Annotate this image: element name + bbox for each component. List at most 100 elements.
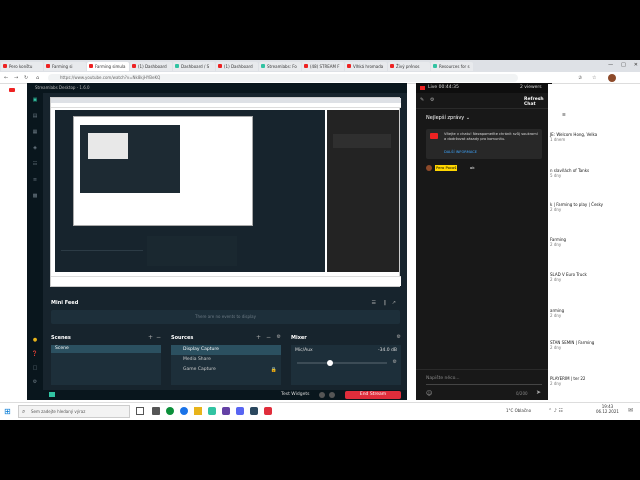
close-icon[interactable]: ✕ [634, 62, 638, 68]
youtube-icon [390, 64, 394, 68]
studio-icon[interactable]: ◈ [31, 145, 39, 151]
chrome-icon[interactable] [166, 407, 174, 415]
preview-nested-sources [147, 236, 237, 266]
mixer-mute-icon[interactable]: ⚙ [393, 359, 397, 365]
browser-tab[interactable]: (1) Dashboard [130, 61, 172, 71]
mixer-settings-icon[interactable]: ⚙ [397, 334, 401, 340]
recommendation-item[interactable]: Farming 2 dny [550, 237, 620, 247]
recommendation-item[interactable]: k | Farming to play | Česky 2 dny [550, 202, 620, 212]
edge-icon[interactable] [180, 407, 188, 415]
profile-avatar[interactable] [608, 74, 616, 82]
help-icon[interactable]: ❓ [31, 351, 39, 357]
browser-tab-active[interactable]: Farming simula [87, 61, 129, 71]
recommendation-item[interactable]: PLAYERIM | ter 22 2 dny [550, 376, 620, 386]
volume-slider-handle[interactable] [327, 360, 333, 366]
extension-icon[interactable]: ✰ [578, 75, 582, 81]
settings-icon[interactable]: ⚙ [430, 97, 434, 103]
layout-icon[interactable]: ☷ [31, 161, 39, 167]
scene-item[interactable]: Scene [51, 345, 161, 353]
settings-icon[interactable]: ⚙ [31, 379, 39, 385]
live-time: Live 00:44:35 [428, 85, 459, 90]
notification-icon[interactable]: ✉ [628, 407, 633, 414]
taskbar-search[interactable]: ⌕ Sem zadejte hledaný výraz [18, 405, 130, 418]
replay-icon[interactable] [329, 392, 335, 398]
add-scene-icon[interactable]: + [148, 334, 153, 341]
remove-scene-icon[interactable]: − [156, 334, 161, 341]
volume-track[interactable] [297, 362, 387, 364]
source-settings-icon[interactable]: ⚙ [277, 334, 281, 340]
recommendation-item[interactable]: JE: Welcom Hong, Velka 1 dnem [550, 132, 620, 142]
send-icon[interactable]: ➤ [536, 389, 541, 396]
source-item-display-capture[interactable]: Display Capture [171, 345, 281, 355]
windows-start-icon[interactable]: ⊞ [4, 407, 11, 416]
prime-icon[interactable]: ● [31, 337, 39, 343]
taskbar-clock[interactable]: 19:43 06.12.2021 [596, 404, 619, 414]
stream-preview[interactable] [50, 97, 401, 287]
widget-icon[interactable]: ▦ [31, 129, 39, 135]
recommendation-item[interactable]: n slavňách of Tanks 5 dny [550, 168, 620, 178]
file-explorer-icon[interactable] [194, 407, 202, 415]
discord-icon[interactable] [236, 407, 244, 415]
add-source-icon[interactable]: + [256, 334, 261, 341]
filter-icon[interactable]: ☰ [372, 300, 376, 306]
streamlabs-taskbar-icon[interactable] [208, 407, 216, 415]
edit-icon[interactable]: ✎ [420, 97, 424, 103]
browser-tab[interactable]: Pero konštu [1, 61, 43, 71]
lock-icon[interactable]: 🔒 [271, 367, 277, 373]
browser-tab[interactable]: Farming si [44, 61, 86, 71]
browser-tab[interactable]: Živý prénos [388, 61, 430, 71]
address-bar[interactable]: https://www.youtube.com/watch?v=Nk8kjHYB… [48, 74, 518, 82]
mixer-channel-name: Mic/Aux [295, 348, 313, 353]
browser-tab[interactable]: (48) STREAM F [302, 61, 344, 71]
store-icon[interactable]: ▩ [31, 193, 39, 199]
browser-tab[interactable]: Dashboard / S [173, 61, 215, 71]
mini-feed-panel: Mini Feed ☰ ‖ ↗ There are no events to d… [47, 298, 402, 328]
browser-tab[interactable]: Vlhká hromada [345, 61, 387, 71]
record-icon[interactable] [319, 392, 325, 398]
clock-date: 06.12.2021 [596, 409, 619, 414]
weather-widget[interactable]: 1°C Oblačno [506, 408, 531, 413]
editor-icon[interactable]: ▣ [31, 97, 39, 103]
browser-tab[interactable]: Resources for s [431, 61, 473, 71]
forward-icon[interactable]: → [14, 75, 18, 81]
task-view-icon[interactable] [136, 407, 144, 415]
bookmark-icon[interactable]: ☆ [592, 75, 596, 81]
chat-input[interactable]: Napište něco... [426, 376, 460, 381]
home-icon[interactable]: ⌂ [36, 75, 39, 81]
source-item-game-capture[interactable]: Game Capture [171, 365, 281, 375]
app-icon[interactable] [222, 407, 230, 415]
recommendation-item[interactable]: SLAD V Euro Truck 2 dny [550, 272, 620, 282]
source-item-media-share[interactable]: Media Share [171, 355, 281, 365]
recommendation-meta: 5 dny [550, 173, 562, 178]
maximize-icon[interactable]: □ [621, 62, 626, 68]
browser-tab[interactable]: Streamlabs: Fo [259, 61, 301, 71]
app-icon[interactable] [264, 407, 272, 415]
chat-filter-dropdown[interactable]: Nejlepší zprávy ⌄ [426, 115, 470, 121]
preview-nested-capture [73, 116, 253, 226]
back-icon[interactable]: ← [4, 75, 8, 81]
browser-tab[interactable]: (1) Dashboard [216, 61, 258, 71]
tab-label: Pero konštu [9, 63, 33, 69]
remove-source-icon[interactable]: − [266, 334, 271, 341]
steam-icon[interactable] [250, 407, 258, 415]
theme-icon[interactable]: ▤ [31, 113, 39, 119]
recommendation-item[interactable]: arming 2 dny [550, 308, 620, 318]
source-label: Display Capture [183, 347, 219, 352]
emoji-icon[interactable]: ☺ [426, 390, 432, 397]
dashboard-icon[interactable]: ≡ [31, 177, 39, 183]
pause-icon[interactable]: ‖ [384, 300, 387, 306]
app-icon[interactable] [152, 407, 160, 415]
chat-notice-text: Vítejte v chatu! Nezapomeňte chránit svů… [444, 132, 538, 141]
end-stream-button[interactable]: End Stream [345, 391, 401, 399]
reload-icon[interactable]: ↻ [24, 75, 28, 81]
test-widgets-button[interactable]: Test Widgets [281, 392, 309, 397]
system-tray-icons[interactable]: ⌃ ♪ ☷ [548, 408, 563, 414]
minimize-icon[interactable]: — [608, 62, 613, 68]
chat-notice-link[interactable]: DALŠÍ INFORMACE [444, 150, 477, 154]
studio-mode-icon[interactable]: □ [31, 365, 39, 371]
search-icon: ⌕ [22, 408, 26, 415]
recommendation-item[interactable]: STAN SEMIN | Farming 2 dny [550, 340, 620, 350]
youtube-logo-icon [9, 88, 15, 92]
scenes-list: Scene [51, 345, 161, 385]
popout-icon[interactable]: ↗ [392, 300, 396, 306]
